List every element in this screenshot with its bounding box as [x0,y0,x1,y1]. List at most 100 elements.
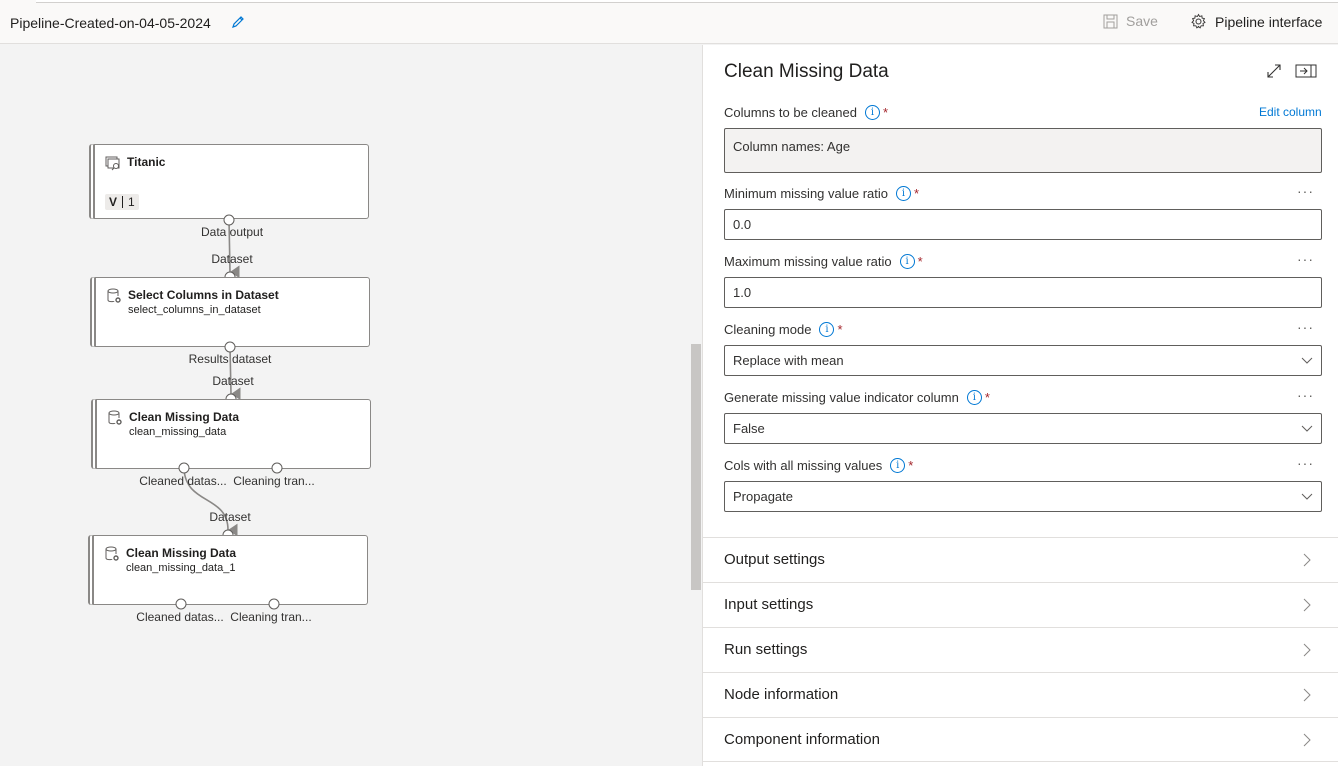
field-label-min-ratio: Minimum missing value ratio i * [724,186,919,201]
info-icon[interactable]: i [896,186,911,201]
info-icon[interactable]: i [966,390,982,405]
node-select-columns[interactable]: Select Columns in Dataset select_columns… [90,277,370,347]
section-component-information[interactable]: Component information [703,717,1338,762]
node-title: Titanic [127,155,166,169]
info-icon[interactable]: i [899,254,915,269]
more-options-icon[interactable]: ··· [1297,183,1314,199]
chevron-right-icon [1303,553,1311,567]
info-icon[interactable]: i [819,322,835,337]
field-value: 0.0 [733,217,752,232]
properties-panel: Clean Missing Data Columns to be cleaned… [702,45,1338,766]
node-subtitle: clean_missing_data [129,426,227,438]
top-strip [36,0,1338,3]
field-label-text: Cols with all missing values [724,458,883,473]
node-title: Clean Missing Data [129,410,240,424]
top-bar: Pipeline-Created-on-04-05-2024 Save Pipe… [0,0,1338,44]
required-marker: * [984,390,990,405]
field-label-text: Generate missing value indicator column [724,390,959,405]
field-label-all-missing: Cols with all missing values i * [724,458,913,473]
port-label: Dataset [211,252,253,266]
field-label-columns: Columns to be cleaned i * [724,105,888,120]
port-label: Results dataset [188,352,272,366]
pipeline-interface-button[interactable]: Pipeline interface [1190,13,1322,30]
edit-pencil-icon[interactable] [230,14,246,30]
port-label: Cleaning tran... [230,610,312,624]
field-label-text: Columns to be cleaned [724,105,857,120]
chevron-right-icon [1303,688,1311,702]
chevron-down-icon [1301,357,1313,364]
node-titanic[interactable]: Titanic V 1 [89,144,369,219]
port-select-output[interactable] [224,341,236,353]
expand-icon[interactable] [1266,63,1282,79]
more-options-icon[interactable]: ··· [1297,251,1314,267]
field-label-text: Minimum missing value ratio [724,186,888,201]
chevron-down-icon [1301,493,1313,500]
chevron-right-icon [1303,643,1311,657]
section-label: Node information [724,686,839,703]
more-options-icon[interactable]: ··· [1297,455,1314,471]
node-title: Clean Missing Data [126,546,237,560]
node-subtitle: select_columns_in_dataset [128,304,261,316]
port-label: Dataset [212,374,254,388]
section-node-information[interactable]: Node information [703,672,1338,717]
section-run-settings[interactable]: Run settings [703,627,1338,672]
save-icon [1103,14,1118,28]
version-separator [122,196,124,208]
chevron-right-icon [1303,733,1311,747]
chevron-right-icon [1303,598,1311,612]
collapse-panel-icon[interactable] [1295,64,1317,78]
section-label: Component information [724,731,880,748]
pipeline-canvas[interactable]: Titanic V 1 Data output Dataset Select C… [0,45,700,766]
save-label: Save [1126,13,1158,29]
port-clean2-output-transform[interactable] [268,598,280,610]
section-input-settings[interactable]: Input settings [703,582,1338,627]
node-title: Select Columns in Dataset [128,288,279,302]
max-missing-ratio-input[interactable]: 1.0 [724,277,1322,308]
more-options-icon[interactable]: ··· [1297,387,1314,403]
port-clean2-output-cleaned[interactable] [175,598,187,610]
info-icon[interactable]: i [890,458,906,473]
pipeline-interface-label: Pipeline interface [1215,13,1323,30]
dataset-icon [105,156,120,171]
field-label-text: Maximum missing value ratio [724,254,892,269]
port-label: Cleaned datas... [139,474,227,488]
save-button[interactable]: Save [1103,13,1158,29]
component-icon [107,288,121,303]
field-value: Replace with mean [733,353,844,368]
edit-column-link[interactable]: Edit column [1259,105,1322,119]
required-marker: * [837,322,843,337]
version-badge: V 1 [105,194,139,210]
section-label: Input settings [724,596,814,613]
min-missing-ratio-input[interactable]: 0.0 [724,209,1322,240]
gear-icon [1191,13,1206,29]
cleaning-mode-dropdown[interactable]: Replace with mean [724,345,1322,376]
component-icon [108,410,122,425]
field-value: False [733,421,765,436]
port-label: Cleaned datas... [136,610,224,624]
component-icon [105,546,119,561]
version-label: V [109,195,118,209]
node-clean-missing-data-1[interactable]: Clean Missing Data clean_missing_data_1 [88,535,368,605]
port-label: Data output [200,225,264,239]
pipeline-title: Pipeline-Created-on-04-05-2024 [10,15,211,31]
version-value: 1 [128,195,135,209]
field-value: Column names: Age [733,139,851,154]
info-icon[interactable]: i [864,105,880,120]
canvas-scrollbar[interactable] [691,344,701,590]
port-clean1-output-transform[interactable] [271,462,283,474]
columns-to-clean-field: Column names: Age [724,128,1322,173]
all-missing-dropdown[interactable]: Propagate [724,481,1322,512]
node-clean-missing-data[interactable]: Clean Missing Data clean_missing_data [91,399,371,469]
required-marker: * [908,458,914,473]
field-label-cleaning-mode: Cleaning mode i * [724,322,843,337]
field-label-max-ratio: Maximum missing value ratio i * [724,254,923,269]
section-output-settings[interactable]: Output settings [703,537,1338,582]
indicator-column-dropdown[interactable]: False [724,413,1322,444]
required-marker: * [914,186,920,201]
node-subtitle: clean_missing_data_1 [126,562,236,574]
port-clean1-output-cleaned[interactable] [178,462,190,474]
port-label: Cleaning tran... [233,474,315,488]
section-label: Run settings [724,641,808,658]
port-titanic-output[interactable] [223,214,235,226]
more-options-icon[interactable]: ··· [1297,319,1314,335]
